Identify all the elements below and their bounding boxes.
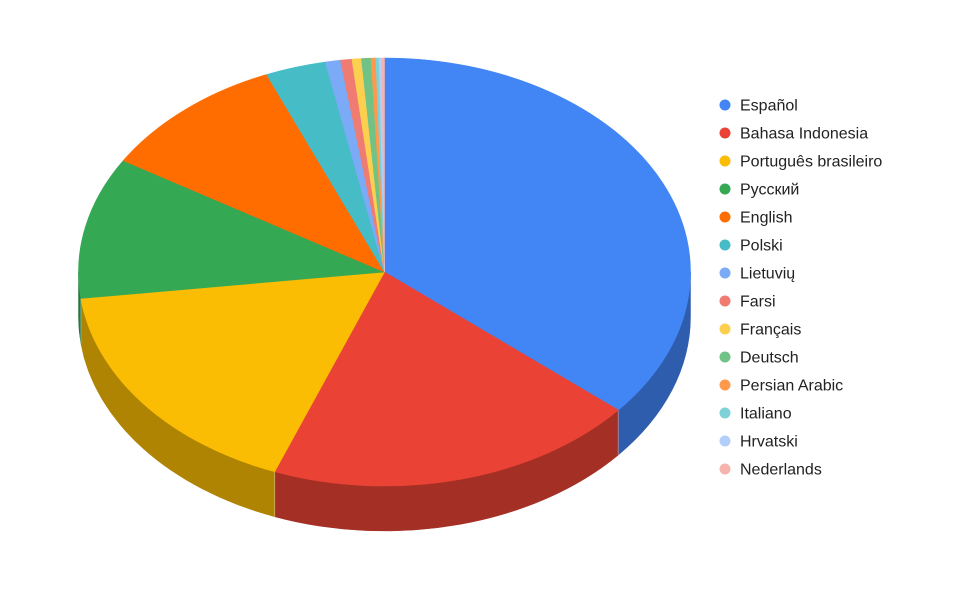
legend-item-hrvatski[interactable]: Hrvatski <box>719 434 798 451</box>
legend-label: Português brasileiro <box>740 154 882 171</box>
legend-item-espanol[interactable]: Español <box>719 98 798 115</box>
legend-label: Lietuvių <box>740 266 795 283</box>
legend-label: Bahasa Indonesia <box>740 126 868 143</box>
legend-swatch <box>719 239 731 251</box>
pie-slices <box>78 57 691 487</box>
legend-swatch <box>719 183 731 195</box>
legend-item-item[interactable]: Русский <box>719 182 800 199</box>
legend-label: Français <box>740 322 801 339</box>
legend-item-lietuviu[interactable]: Lietuvių <box>719 266 796 283</box>
legend-label: Italiano <box>740 406 792 423</box>
legend-swatch <box>719 407 731 419</box>
legend-label: Polski <box>740 238 783 255</box>
legend-label: Deutsch <box>740 350 799 367</box>
legend-swatch <box>719 211 731 223</box>
legend-label: Español <box>740 98 798 115</box>
legend: Español Bahasa Indonesia Português brasile… <box>719 98 883 479</box>
legend-swatch <box>719 463 731 475</box>
legend-swatch <box>719 295 731 307</box>
legend-swatch <box>719 351 731 363</box>
legend-label: Nederlands <box>740 462 822 479</box>
legend-swatch <box>719 323 731 335</box>
legend-label: Hrvatski <box>740 434 798 451</box>
legend-item-persian-arabic[interactable]: Persian Arabic <box>719 378 844 395</box>
legend-item-nederlands[interactable]: Nederlands <box>719 462 822 479</box>
pie-chart: Español Bahasa Indonesia Português brasile… <box>78 57 883 532</box>
legend-swatch <box>719 379 731 391</box>
legend-item-polski[interactable]: Polski <box>719 238 783 255</box>
legend-item-portugues-brasileiro[interactable]: Português brasileiro <box>719 154 883 171</box>
legend-swatch <box>719 435 731 447</box>
legend-swatch <box>719 99 731 111</box>
legend-label: Русский <box>740 182 799 199</box>
legend-swatch <box>719 267 731 279</box>
legend-item-english[interactable]: English <box>719 210 793 227</box>
legend-item-farsi[interactable]: Farsi <box>719 294 776 311</box>
legend-label: English <box>740 210 792 227</box>
legend-item-deutsch[interactable]: Deutsch <box>719 350 799 367</box>
legend-label: Persian Arabic <box>740 378 843 395</box>
legend-label: Farsi <box>740 294 776 311</box>
legend-item-italiano[interactable]: Italiano <box>719 406 792 423</box>
legend-swatch <box>719 155 731 167</box>
legend-swatch <box>719 127 731 139</box>
legend-item-francais[interactable]: Français <box>719 322 802 339</box>
legend-item-bahasa-indonesia[interactable]: Bahasa Indonesia <box>719 126 869 143</box>
